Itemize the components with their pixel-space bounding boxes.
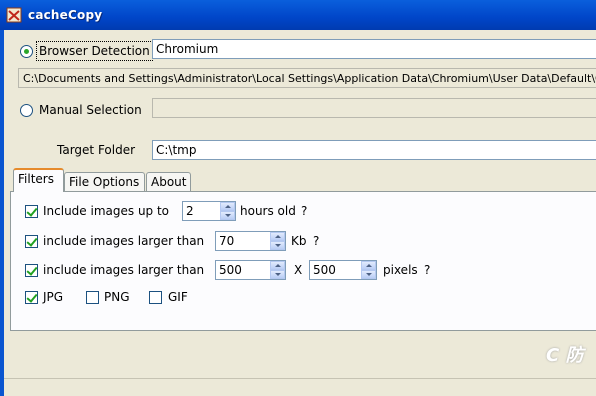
hours-label: Include images up to bbox=[43, 204, 170, 218]
status-divider bbox=[4, 378, 596, 379]
jpg-checkbox[interactable] bbox=[25, 291, 38, 304]
dimensions-unit: pixels bbox=[383, 263, 418, 277]
manual-selection-label[interactable]: Manual Selection bbox=[39, 103, 142, 117]
width-value: 500 bbox=[219, 263, 242, 277]
dimensions-checkbox[interactable] bbox=[25, 264, 38, 277]
cache-path-field[interactable]: C:\Documents and Settings\Administrator\… bbox=[18, 68, 596, 88]
gif-label: GIF bbox=[168, 290, 188, 304]
browser-field[interactable]: Chromium bbox=[152, 39, 596, 59]
filters-panel: Include images up to 2 hours old ? inclu… bbox=[10, 191, 596, 331]
size-spinner[interactable]: 70 bbox=[215, 231, 286, 251]
height-value: 500 bbox=[313, 263, 336, 277]
browser-detection-radio[interactable] bbox=[20, 45, 33, 58]
spin-down-icon[interactable] bbox=[220, 211, 235, 220]
manual-selection-radio[interactable] bbox=[20, 104, 33, 117]
dimensions-label: include images larger than bbox=[43, 263, 205, 277]
spin-down-icon[interactable] bbox=[270, 241, 285, 250]
window-title: cacheCopy bbox=[28, 8, 103, 22]
spin-down-icon[interactable] bbox=[270, 270, 285, 279]
hours-help-icon[interactable]: ? bbox=[301, 204, 307, 218]
dimensions-help-icon[interactable]: ? bbox=[424, 263, 430, 277]
spin-down-icon[interactable] bbox=[361, 270, 376, 279]
hours-spinner[interactable]: 2 bbox=[182, 201, 236, 221]
spin-up-icon[interactable] bbox=[220, 202, 235, 211]
title-bar[interactable]: cacheCopy bbox=[0, 0, 596, 30]
png-label: PNG bbox=[104, 290, 130, 304]
tab-filters[interactable]: Filters bbox=[13, 168, 64, 192]
size-label: include images larger than bbox=[43, 234, 205, 248]
spin-up-icon[interactable] bbox=[361, 261, 376, 270]
size-checkbox[interactable] bbox=[25, 235, 38, 248]
tab-file-options[interactable]: File Options bbox=[64, 172, 145, 192]
tab-about[interactable]: About bbox=[146, 172, 191, 192]
spin-up-icon[interactable] bbox=[270, 232, 285, 241]
hours-value: 2 bbox=[186, 204, 194, 218]
times-sign: X bbox=[294, 263, 303, 277]
app-icon bbox=[6, 7, 22, 23]
manual-path-field[interactable] bbox=[152, 98, 596, 118]
size-help-icon[interactable]: ? bbox=[313, 234, 319, 248]
width-spinner[interactable]: 500 bbox=[215, 260, 286, 280]
target-folder-field[interactable]: C:\tmp bbox=[152, 140, 596, 160]
watermark-logo: C 防 bbox=[546, 345, 584, 366]
target-folder-label: Target Folder bbox=[57, 143, 136, 157]
size-value: 70 bbox=[219, 234, 235, 248]
hours-checkbox[interactable] bbox=[25, 205, 38, 218]
gif-checkbox[interactable] bbox=[149, 291, 162, 304]
size-unit: Kb bbox=[291, 234, 307, 248]
browser-detection-label[interactable]: Browser Detection bbox=[39, 44, 150, 58]
jpg-label: JPG bbox=[43, 290, 64, 304]
height-spinner[interactable]: 500 bbox=[309, 260, 377, 280]
spin-up-icon[interactable] bbox=[270, 261, 285, 270]
hours-unit: hours old bbox=[240, 204, 296, 218]
png-checkbox[interactable] bbox=[86, 291, 99, 304]
